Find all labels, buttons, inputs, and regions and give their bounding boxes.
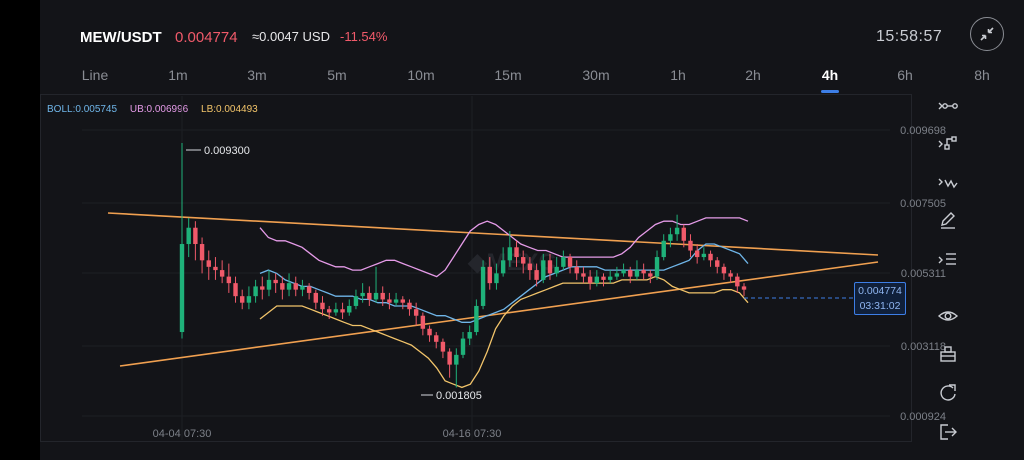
upper-band-value: UB:0.006996 [129, 104, 189, 115]
tab-6h[interactable]: 6h [897, 67, 913, 83]
boll-value: BOLL:0.005745 [47, 104, 118, 115]
ticker-header: MEW/USDT 0.004774 ≈0.0047 USD -11.54% 15… [40, 0, 1004, 64]
usd-approx: ≈0.0047 USD [252, 29, 330, 44]
path-tool-icon [938, 136, 957, 150]
tab-30m[interactable]: 30m [582, 67, 609, 83]
visibility-toggle-button[interactable] [928, 302, 968, 330]
wave-tool-icon [938, 178, 958, 189]
clock: 15:58:57 [876, 28, 943, 45]
price-change: -11.54% [340, 29, 388, 44]
tab-8h[interactable]: 8h [974, 67, 990, 83]
chart-frame [40, 94, 912, 442]
pair-name[interactable]: MEW/USDT [80, 29, 162, 46]
last-price-tag: 0.004774 03:31:02 [854, 282, 906, 315]
pencil-tool-button[interactable] [928, 206, 968, 234]
interval-tabs: Line 1m 3m 5m 10m 15m 30m 1h 2h 4h 6h 8h [40, 64, 990, 94]
tab-1h[interactable]: 1h [670, 67, 686, 83]
eye-icon [937, 311, 959, 321]
last-price-tag-value: 0.004774 [858, 285, 902, 297]
tab-10m[interactable]: 10m [407, 67, 434, 83]
last-price: 0.004774 [175, 29, 238, 46]
drawing-toolbar [928, 90, 968, 450]
layers-icon [940, 346, 956, 362]
fib-lines-icon [938, 253, 956, 265]
tab-4h[interactable]: 4h [822, 67, 838, 83]
wave-tool-button[interactable] [928, 168, 968, 196]
tab-5m[interactable]: 5m [327, 67, 346, 83]
candle-countdown: 03:31:02 [859, 300, 901, 312]
exit-icon [940, 424, 957, 440]
exit-fullscreen-button[interactable] [970, 17, 1004, 51]
templates-button[interactable] [928, 340, 968, 368]
active-tab-indicator [821, 90, 839, 93]
fib-lines-button[interactable] [928, 246, 968, 274]
path-tool-button[interactable] [928, 130, 968, 158]
tab-1m[interactable]: 1m [168, 67, 187, 83]
ray-tool-button[interactable] [928, 92, 968, 120]
tab-15m[interactable]: 15m [494, 67, 521, 83]
tab-line[interactable]: Line [82, 67, 108, 83]
refresh-icon [940, 384, 956, 401]
ray-tool-icon [938, 102, 958, 110]
tab-2h[interactable]: 2h [745, 67, 761, 83]
indicator-legend: BOLL:0.005745 UB:0.006996 LB:0.004493 [47, 104, 268, 115]
exit-chart-button[interactable] [928, 418, 968, 446]
share-button[interactable] [928, 378, 968, 406]
lower-band-value: LB:0.004493 [201, 104, 258, 115]
collapse-icon [980, 27, 994, 41]
pencil-icon [941, 212, 955, 229]
tab-3m[interactable]: 3m [247, 67, 266, 83]
